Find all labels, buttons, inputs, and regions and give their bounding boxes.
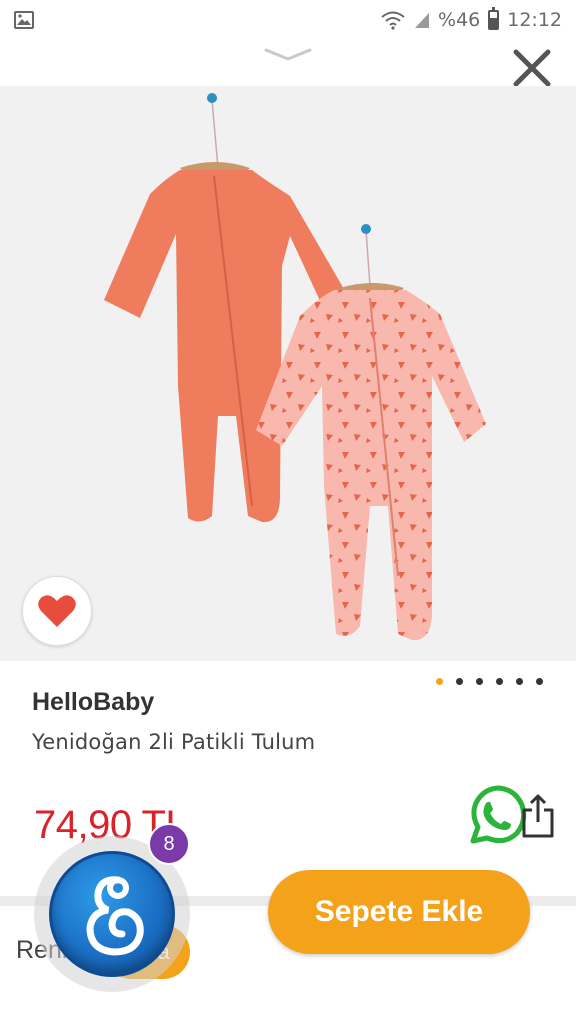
signal-icon [415, 13, 429, 28]
battery-percent: %46 [438, 9, 481, 31]
clock: 12:12 [507, 9, 562, 31]
chat-assistant-icon [49, 851, 175, 977]
sheet-header [0, 40, 576, 87]
chat-assistant-glyph [86, 876, 144, 956]
carousel-dot[interactable] [476, 678, 483, 685]
wifi-icon [381, 11, 405, 30]
chevron-down-icon[interactable] [262, 44, 314, 64]
battery-icon [488, 7, 500, 30]
share-icon[interactable] [520, 792, 556, 840]
image-notification-icon [14, 11, 34, 29]
heart-icon [38, 595, 76, 627]
carousel-dot[interactable] [536, 678, 543, 685]
carousel-dot[interactable] [436, 678, 443, 685]
product-brand: HelloBaby [32, 688, 155, 716]
product-photo [0, 86, 576, 661]
carousel-dot[interactable] [516, 678, 523, 685]
chat-notification-badge: 8 [148, 823, 190, 865]
add-to-cart-button[interactable]: Sepete Ekle [268, 870, 530, 954]
close-icon[interactable] [508, 44, 556, 92]
carousel-indicator[interactable] [436, 678, 543, 685]
product-name: Yenidoğan 2li Patikli Tulum [32, 730, 316, 754]
carousel-dot[interactable] [456, 678, 463, 685]
favorite-button[interactable] [22, 576, 92, 646]
carousel-dot[interactable] [496, 678, 503, 685]
product-image-carousel[interactable] [0, 86, 576, 661]
status-bar: %46 12:12 [0, 0, 576, 40]
